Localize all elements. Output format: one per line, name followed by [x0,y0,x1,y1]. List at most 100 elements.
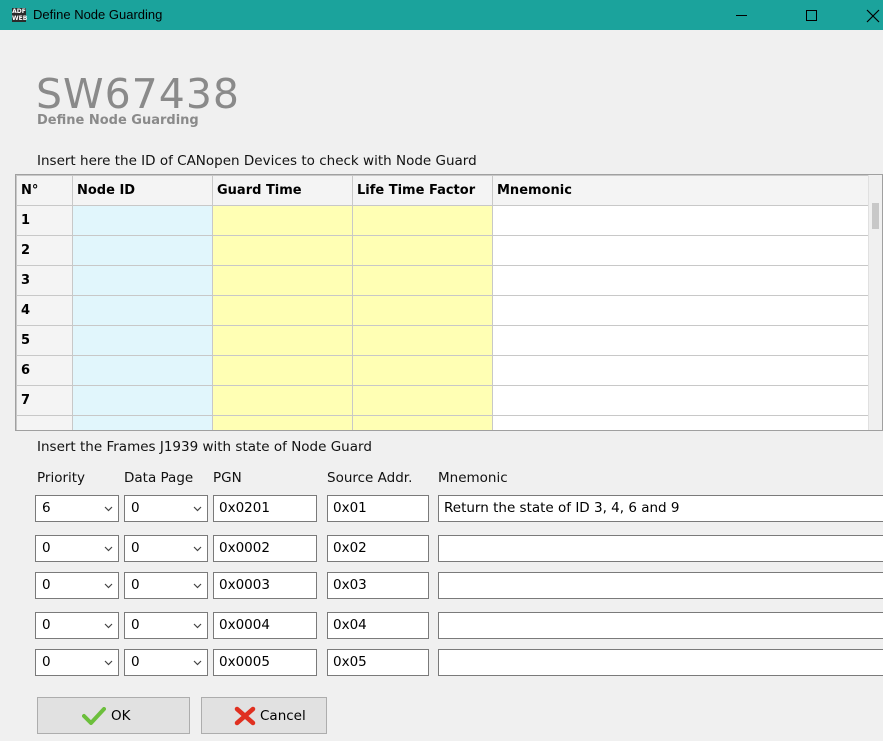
mnemonic-input[interactable] [438,612,883,639]
row-number: 1 [16,205,73,236]
priority-value: 6 [42,500,51,516]
guard-time-cell[interactable] [212,235,353,266]
mnemonic-cell[interactable] [492,415,871,430]
chevron-down-icon [193,546,202,552]
life-time-factor-cell[interactable] [352,235,493,266]
pgn-input[interactable]: 0x0003 [213,572,317,599]
table-row: 6 [16,355,871,386]
priority-select[interactable]: 6 [35,495,119,522]
guard-time-cell[interactable] [212,355,353,386]
pgn-input[interactable]: 0x0005 [213,649,317,676]
mnemonic-input[interactable] [438,649,883,676]
mnemonic-input[interactable] [438,572,883,599]
node-guard-table: N° Node ID Guard Time Life Time Factor M… [15,174,883,431]
life-time-factor-cell[interactable] [352,325,493,356]
life-time-factor-cell[interactable] [352,415,493,430]
maximize-button[interactable] [788,0,834,30]
col-header-mnemonic: Mnemonic [492,175,871,206]
priority-value: 0 [42,577,51,593]
data-page-select[interactable]: 0 [124,572,208,599]
table-row: 3 [16,265,871,296]
guard-time-cell[interactable] [212,265,353,296]
cancel-x-icon [234,706,256,726]
mnemonic-cell[interactable] [492,385,871,416]
mnemonic-cell[interactable] [492,325,871,356]
source-addr-input[interactable]: 0x05 [327,649,429,676]
mnemonic-input[interactable] [438,535,883,562]
table-row: 7 [16,385,871,416]
data-page-select[interactable]: 0 [124,495,208,522]
node-table-caption: Insert here the ID of CANopen Devices to… [37,153,477,169]
data-page-label: Data Page [124,470,194,486]
pgn-input[interactable]: 0x0004 [213,612,317,639]
priority-select[interactable]: 0 [35,535,119,562]
close-icon [866,9,880,22]
data-page-select[interactable]: 0 [124,649,208,676]
data-page-select[interactable]: 0 [124,612,208,639]
mnemonic-cell[interactable] [492,235,871,266]
title-bar: ADF WEB Define Node Guarding [0,0,883,30]
guard-time-cell[interactable] [212,385,353,416]
data-page-select[interactable]: 0 [124,535,208,562]
node-id-cell[interactable] [72,325,213,356]
guard-time-cell[interactable] [212,205,353,236]
ok-button[interactable]: OK [37,697,190,734]
data-page-value: 0 [131,654,140,670]
mnemonic-cell[interactable] [492,205,871,236]
guard-time-cell[interactable] [212,415,353,430]
scrollbar-thumb[interactable] [872,203,879,229]
mnemonic-input[interactable]: Return the state of ID 3, 4, 6 and 9 [438,495,883,522]
chevron-down-icon [193,506,202,512]
node-id-cell[interactable] [72,295,213,326]
node-id-cell[interactable] [72,355,213,386]
table-scrollbar[interactable] [868,175,882,430]
table-row: 5 [16,325,871,356]
close-button[interactable] [850,0,883,30]
node-id-cell[interactable] [72,415,213,430]
window-title: Define Node Guarding [33,7,163,22]
priority-select[interactable]: 0 [35,572,119,599]
col-header-guard-time: Guard Time [212,175,353,206]
priority-value: 0 [42,654,51,670]
node-id-cell[interactable] [72,265,213,296]
table-row: 4 [16,295,871,326]
mnemonic-cell[interactable] [492,295,871,326]
pgn-input[interactable]: 0x0002 [213,535,317,562]
node-id-cell[interactable] [72,385,213,416]
minimize-icon [735,15,747,16]
guard-time-cell[interactable] [212,325,353,356]
chevron-down-icon [104,623,113,629]
table-row: 2 [16,235,871,266]
source-addr-label: Source Addr. [327,470,413,486]
cancel-button[interactable]: Cancel [201,697,327,734]
chevron-down-icon [104,660,113,666]
minimize-button[interactable] [718,0,764,30]
chevron-down-icon [193,583,202,589]
guard-time-cell[interactable] [212,295,353,326]
life-time-factor-cell[interactable] [352,295,493,326]
life-time-factor-cell[interactable] [352,205,493,236]
priority-select[interactable]: 0 [35,649,119,676]
node-id-cell[interactable] [72,235,213,266]
row-number: 5 [16,325,73,356]
pgn-input[interactable]: 0x0201 [213,495,317,522]
checkmark-icon [82,707,106,725]
life-time-factor-cell[interactable] [352,385,493,416]
priority-select[interactable]: 0 [35,612,119,639]
life-time-factor-cell[interactable] [352,355,493,386]
row-number: 8 [16,415,73,430]
table-header-row: N° Node ID Guard Time Life Time Factor M… [16,175,871,206]
node-id-cell[interactable] [72,205,213,236]
mnemonic-cell[interactable] [492,265,871,296]
data-page-value: 0 [131,540,140,556]
ok-button-label: OK [111,708,131,724]
priority-label: Priority [37,470,86,486]
source-addr-input[interactable]: 0x04 [327,612,429,639]
chevron-down-icon [104,506,113,512]
life-time-factor-cell[interactable] [352,265,493,296]
mnemonic-cell[interactable] [492,355,871,386]
source-addr-input[interactable]: 0x03 [327,572,429,599]
source-addr-input[interactable]: 0x02 [327,535,429,562]
source-addr-input[interactable]: 0x01 [327,495,429,522]
node-guard-grid: N° Node ID Guard Time Life Time Factor M… [16,175,871,430]
